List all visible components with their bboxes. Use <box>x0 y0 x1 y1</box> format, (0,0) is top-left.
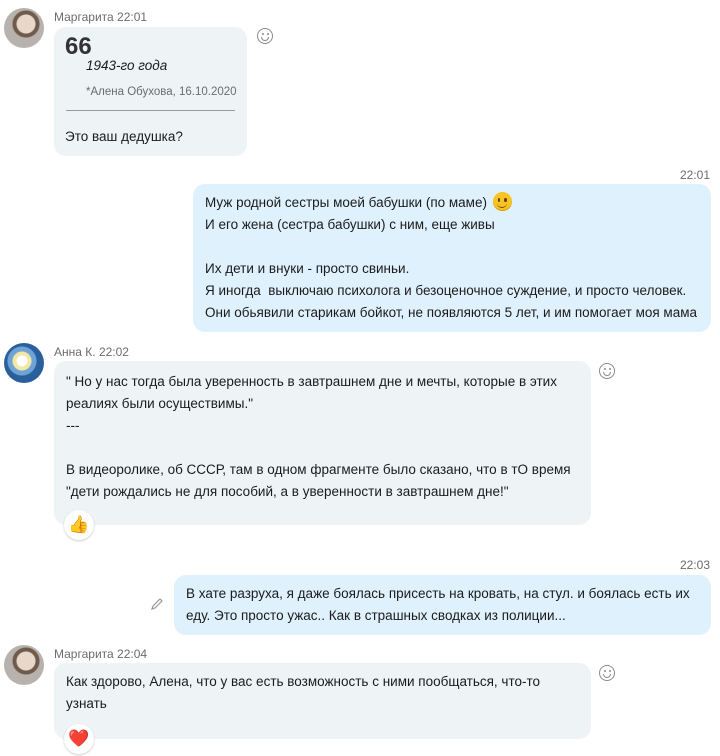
message-time: 22:01 <box>117 10 148 24</box>
quote-author: *Алена Обухова, 16.10.2020 <box>86 86 237 98</box>
message-line: В хате разруха, я даже боялась присесть … <box>186 586 690 601</box>
message-text: Это ваш дедушка? <box>65 129 183 144</box>
message-meta: Маргарита 22:04 <box>54 647 147 661</box>
message-time: 22:04 <box>117 647 148 661</box>
sender-name: Маргарита <box>54 647 114 661</box>
message-line: узнать <box>66 696 107 711</box>
message-bubble-outgoing[interactable]: В хате разруха, я даже боялась присесть … <box>174 575 711 635</box>
avatar-margarita[interactable] <box>4 8 44 48</box>
message-bubble-incoming[interactable]: Как здорово, Алена, что у вас есть возмо… <box>54 663 591 739</box>
message-line: В видеоролике, об СССР, там в одном фраг… <box>66 462 571 477</box>
message-line: "дети рождались не для пособий, а в увер… <box>66 484 509 499</box>
message-line <box>205 236 699 258</box>
avatar-margarita[interactable] <box>4 645 44 685</box>
message-line: Я иногда выключаю психолога и безоценочн… <box>205 283 687 298</box>
message-meta: Маргарита 22:01 <box>54 10 147 24</box>
message-time: 22:03 <box>679 558 710 572</box>
add-reaction-icon[interactable] <box>257 28 273 44</box>
reaction-thumbs-up-icon[interactable]: 👍 <box>64 510 94 540</box>
reaction-heart-icon[interactable]: ❤️ <box>64 724 94 754</box>
message-line: Муж родной сестры моей бабушки (по маме) <box>205 192 699 214</box>
message-bubble-outgoing[interactable]: Муж родной сестры моей бабушки (по маме)… <box>193 184 711 332</box>
quote-text: 1943-го года <box>86 58 168 73</box>
edit-pencil-icon[interactable] <box>150 597 164 611</box>
message-line: Как здорово, Алена, что у вас есть возмо… <box>66 674 541 689</box>
message-meta: Анна К. 22:02 <box>54 345 129 359</box>
message-bubble-incoming[interactable]: 66 1943-го года *Алена Обухова, 16.10.20… <box>54 27 247 156</box>
message-line: " Но у нас тогда была уверенность в завт… <box>66 374 557 389</box>
message-line: --- <box>66 418 80 433</box>
add-reaction-icon[interactable] <box>599 665 615 681</box>
message-line: Они обьявили старикам бойкот, не появляю… <box>205 305 698 320</box>
message-bubble-incoming[interactable]: " Но у нас тогда была уверенность в завт… <box>54 361 591 525</box>
avatar-anna[interactable] <box>4 343 44 383</box>
sender-name: Анна К. <box>54 345 96 359</box>
message-line: еду. Это просто ужас.. Как в страшных св… <box>186 608 566 623</box>
add-reaction-icon[interactable] <box>599 363 615 379</box>
message-time: 22:02 <box>98 345 129 359</box>
message-line: Их дети и внуки - просто свиньи. <box>205 261 410 276</box>
message-line <box>66 437 579 459</box>
quote-divider <box>66 110 235 111</box>
smile-emoji-icon <box>492 192 512 211</box>
message-line: реалиях были осуществимы." <box>66 396 254 411</box>
sender-name: Маргарита <box>54 10 114 24</box>
message-line: И его жена (сестра бабушки) с ним, еще ж… <box>205 217 495 232</box>
message-time: 22:01 <box>679 168 710 182</box>
